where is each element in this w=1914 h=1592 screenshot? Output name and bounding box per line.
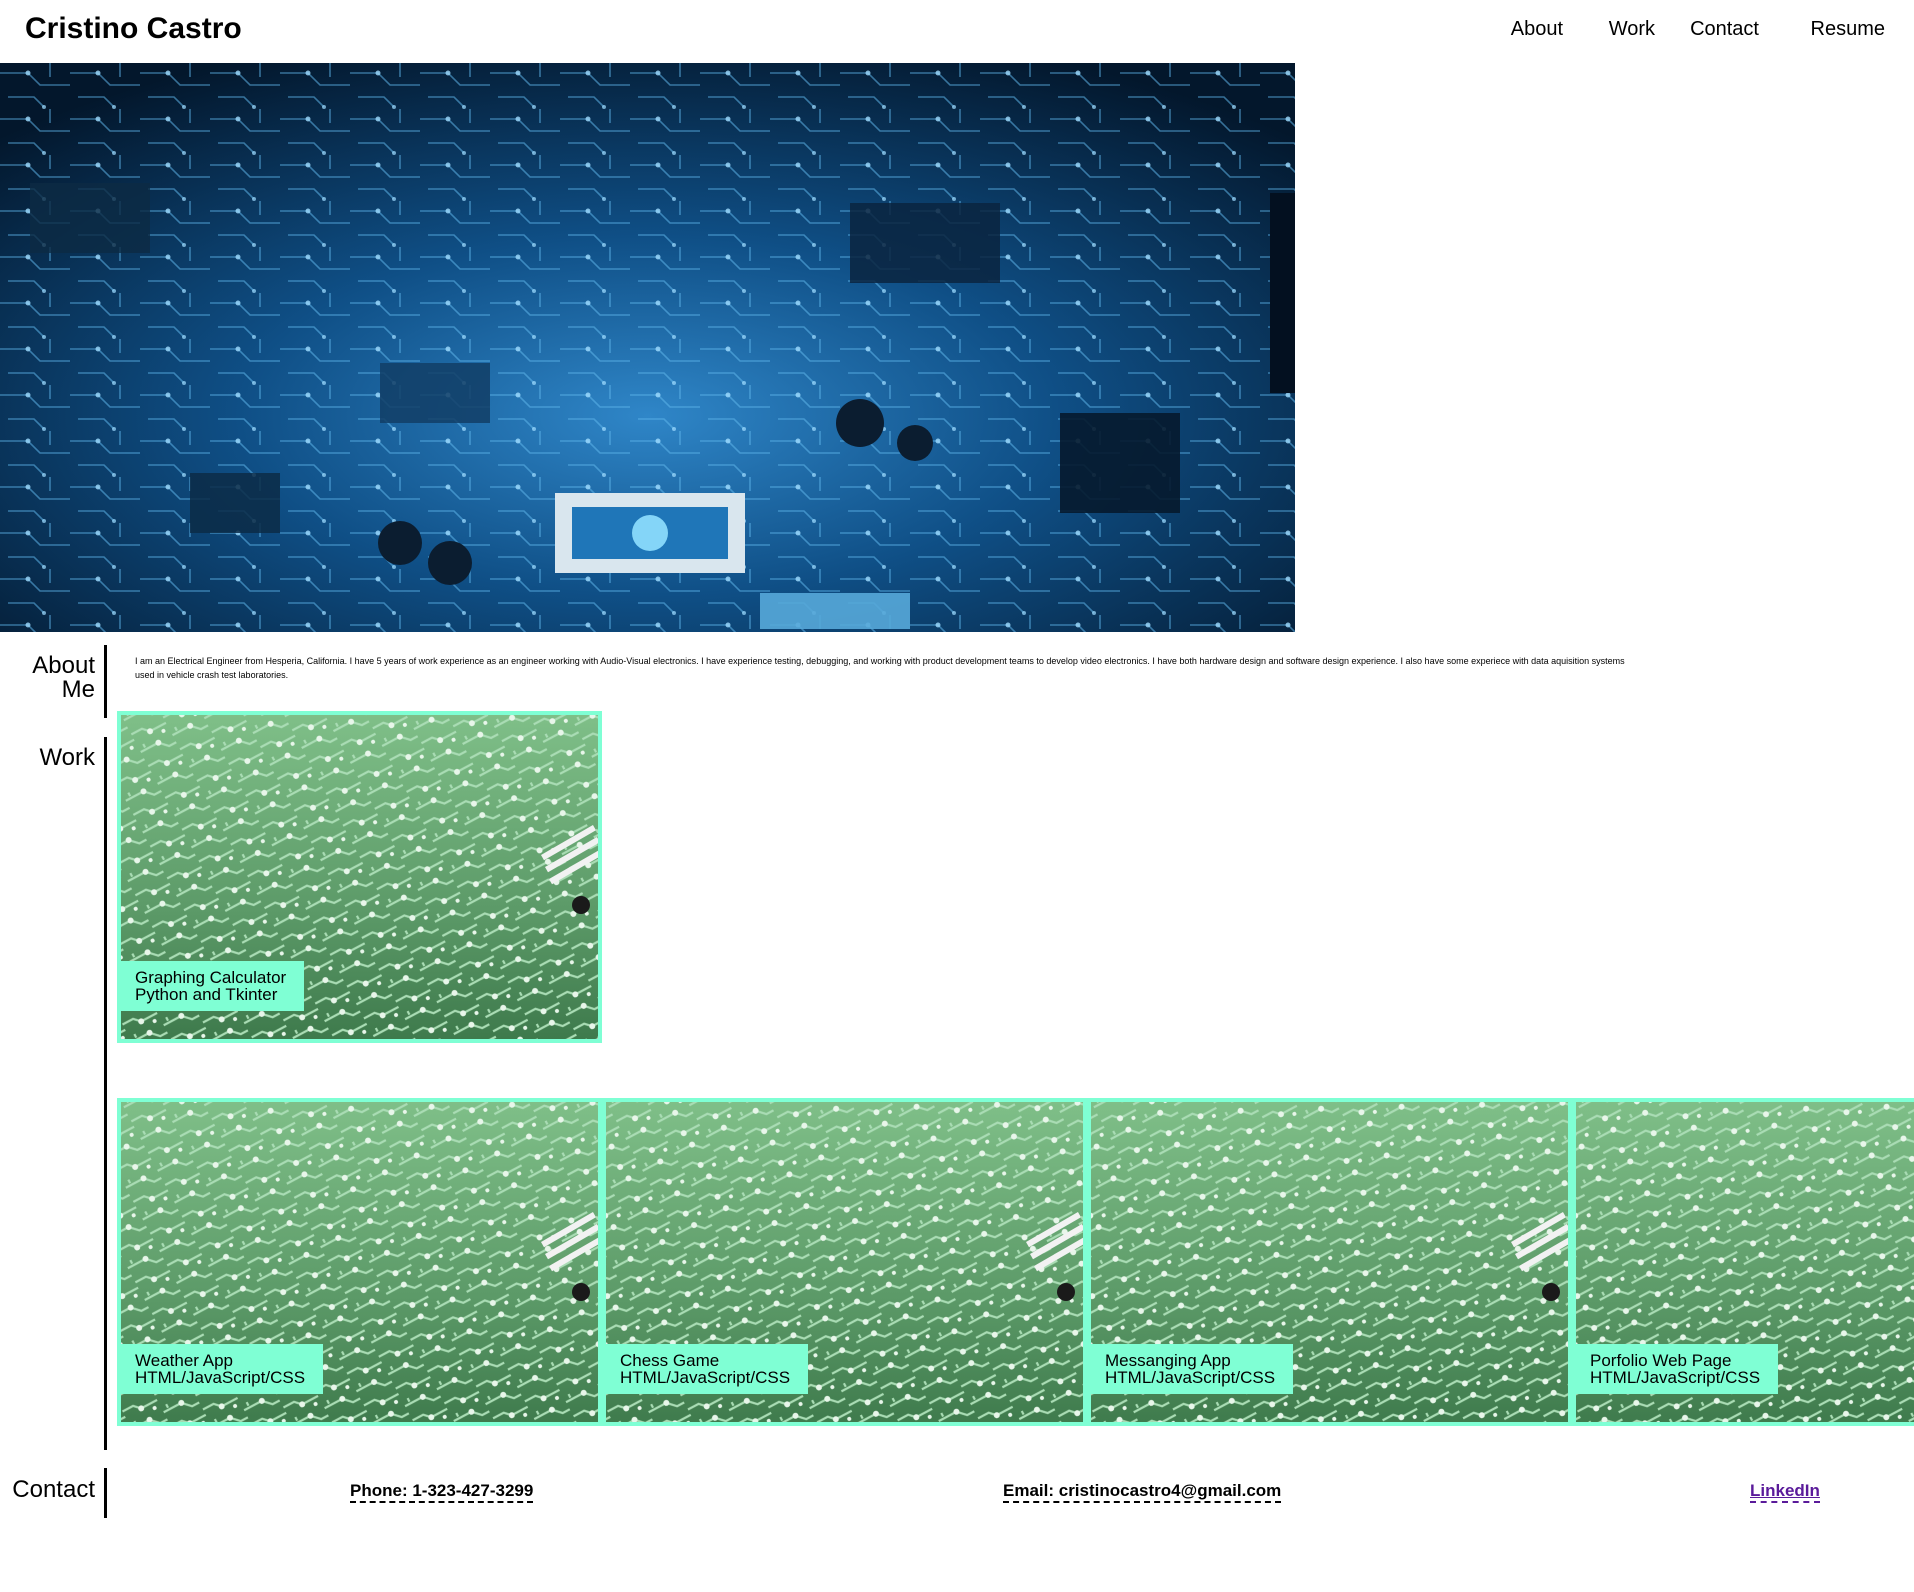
project-caption: Chess Game HTML/JavaScript/CSS	[606, 1344, 809, 1394]
project-tech: HTML/JavaScript/CSS	[1590, 1368, 1761, 1387]
project-tech: Python and Tkinter	[135, 985, 278, 1004]
work-divider	[104, 737, 107, 1450]
site-brand[interactable]: Cristino Castro	[25, 12, 242, 46]
project-title: Porfolio Web Page	[1590, 1351, 1732, 1370]
project-caption: Graphing Calculator Python and Tkinter	[121, 961, 305, 1011]
project-caption: Weather App HTML/JavaScript/CSS	[121, 1344, 324, 1394]
project-card-messanging-app[interactable]: Messanging App HTML/JavaScript/CSS	[1087, 1098, 1572, 1426]
site-header: Cristino Castro About Work Contact Resum…	[0, 0, 1914, 62]
nav-link-about[interactable]: About	[1511, 18, 1563, 41]
nav-link-work[interactable]: Work	[1609, 18, 1655, 41]
contact-heading: Contact	[12, 1476, 95, 1503]
project-tech: HTML/JavaScript/CSS	[135, 1368, 306, 1387]
about-divider	[104, 645, 107, 718]
work-heading: Work	[39, 744, 95, 771]
project-card-porfolio-web-page[interactable]: Porfolio Web Page HTML/JavaScript/CSS	[1572, 1098, 1914, 1426]
project-caption: Messanging App HTML/JavaScript/CSS	[1091, 1344, 1294, 1394]
contact-divider	[104, 1468, 107, 1518]
project-caption: Porfolio Web Page HTML/JavaScript/CSS	[1576, 1344, 1779, 1394]
project-title: Messanging App	[1105, 1351, 1231, 1370]
project-card-weather-app[interactable]: Weather App HTML/JavaScript/CSS	[117, 1098, 602, 1426]
project-title: Weather App	[135, 1351, 233, 1370]
project-tech: HTML/JavaScript/CSS	[620, 1368, 791, 1387]
nav-link-contact[interactable]: Contact	[1690, 18, 1759, 41]
project-title: Graphing Calculator	[135, 968, 287, 987]
nav-link-resume[interactable]: Resume	[1811, 18, 1885, 41]
hero-image	[0, 63, 1295, 632]
contact-email[interactable]: Email: cristinocastro4@gmail.com	[1003, 1481, 1282, 1503]
project-card-graphing-calculator[interactable]: Graphing Calculator Python and Tkinter	[117, 711, 602, 1043]
project-card-chess-game[interactable]: Chess Game HTML/JavaScript/CSS	[602, 1098, 1087, 1426]
contact-linkedin[interactable]: LinkedIn	[1750, 1481, 1820, 1503]
about-text: I am an Electrical Engineer from Hesperi…	[135, 656, 1625, 680]
about-heading: About Me	[32, 652, 95, 703]
contact-phone[interactable]: Phone: 1-323-427-3299	[350, 1481, 534, 1503]
project-title: Chess Game	[620, 1351, 720, 1370]
project-tech: HTML/JavaScript/CSS	[1105, 1368, 1276, 1387]
